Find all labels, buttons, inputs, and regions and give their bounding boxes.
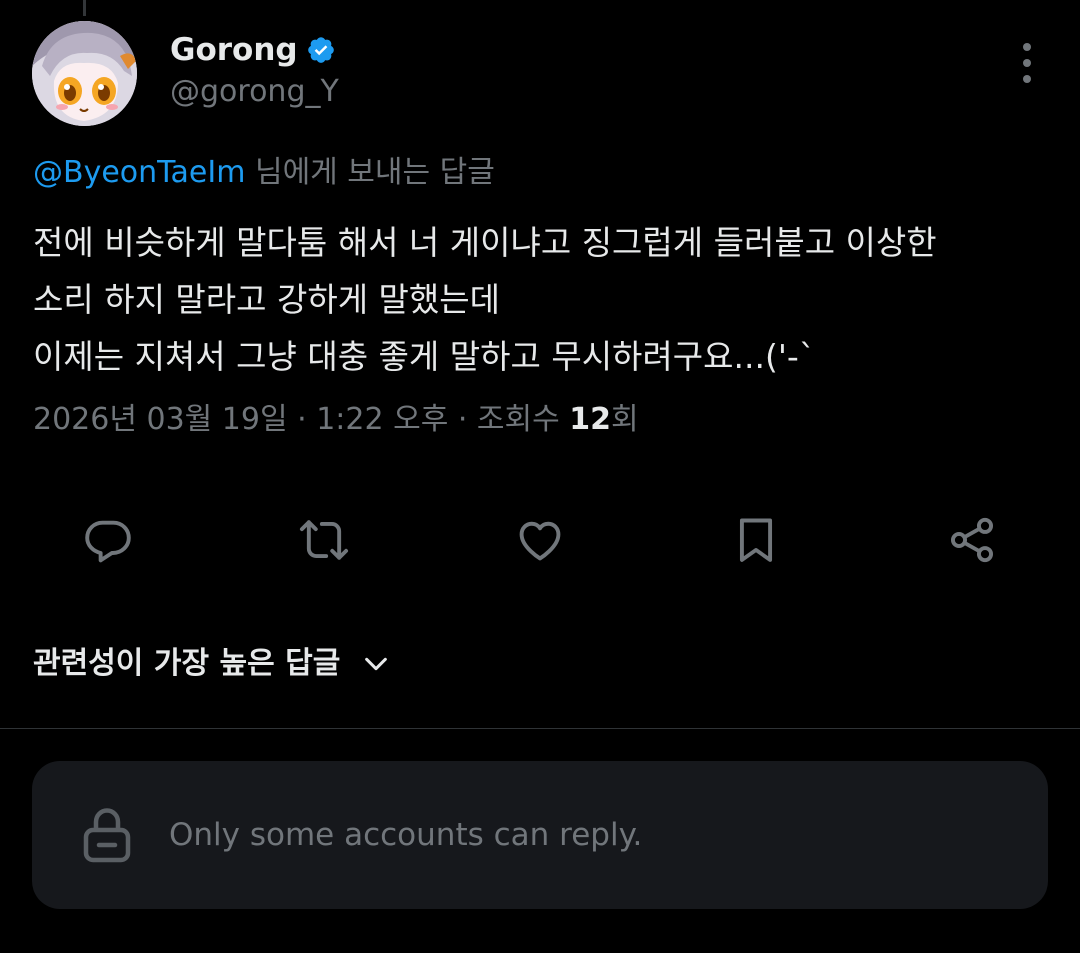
more-dot [1023, 75, 1031, 83]
avatar[interactable] [32, 21, 137, 126]
like-icon [519, 521, 561, 561]
tweet-line: 소리 하지 말라고 강하게 말했는데 [33, 280, 500, 319]
views-label: 조회수 [476, 402, 570, 437]
reply-icon [85, 520, 131, 563]
tweet-actions-bar [0, 510, 1080, 570]
tweet-line: 이제는 지쳐서 그냥 대충 좋게 말하고 무시하려구요...('-` [33, 337, 816, 376]
section-divider [0, 728, 1080, 729]
more-dot [1023, 59, 1031, 67]
replying-to: @ByeonTaeIm 님에게 보내는 답글 [33, 153, 495, 193]
meta-separator: · [448, 402, 477, 437]
more-options-icon[interactable] [1010, 43, 1044, 83]
thread-connector-line [83, 0, 86, 16]
tweet-time[interactable]: 1:22 오후 [316, 402, 448, 437]
reply-to-suffix: 님에게 보내는 답글 [245, 155, 495, 190]
bookmark-icon [739, 518, 773, 562]
author-handle[interactable]: @gorong_Y [170, 72, 339, 112]
bookmark-button[interactable] [726, 510, 786, 570]
more-dot [1023, 43, 1031, 51]
views-suffix: 회 [611, 402, 639, 437]
replies-sort-dropdown[interactable]: 관련성이 가장 높은 답글 [33, 644, 390, 684]
tweet-meta: 2026년 03월 19일 · 1:22 오후 · 조회수 12회 [33, 400, 639, 440]
reply-button[interactable] [78, 510, 138, 570]
meta-separator: · [287, 402, 317, 437]
chevron-down-icon [365, 657, 388, 671]
lock-icon [83, 808, 131, 863]
share-icon [950, 517, 994, 563]
author-name-row[interactable]: Gorong [170, 30, 336, 70]
replies-sort-label: 관련성이 가장 높은 답글 [33, 646, 341, 681]
retweet-button[interactable] [294, 510, 354, 570]
author-display-name[interactable]: Gorong [170, 30, 298, 70]
verified-badge-icon[interactable] [306, 35, 336, 65]
retweet-icon [299, 520, 349, 560]
anime-character-avatar-icon [32, 21, 137, 126]
tweet-text: 전에 비슷하게 말다툼 해서 너 게이냐고 징그럽게 들러붙고 이상한 소리 하… [33, 214, 1043, 385]
like-button[interactable] [510, 510, 570, 570]
tweet-line: 전에 비슷하게 말다툼 해서 너 게이냐고 징그럽게 들러붙고 이상한 [33, 223, 937, 262]
tweet-date[interactable]: 2026년 03월 19일 [33, 402, 288, 437]
reply-restriction-notice: Only some accounts can reply. [32, 761, 1048, 909]
views-count[interactable]: 12 [569, 402, 611, 437]
share-button[interactable] [942, 510, 1002, 570]
reply-restriction-text: Only some accounts can reply. [169, 817, 643, 853]
reply-mention-link[interactable]: @ByeonTaeIm [33, 155, 245, 190]
